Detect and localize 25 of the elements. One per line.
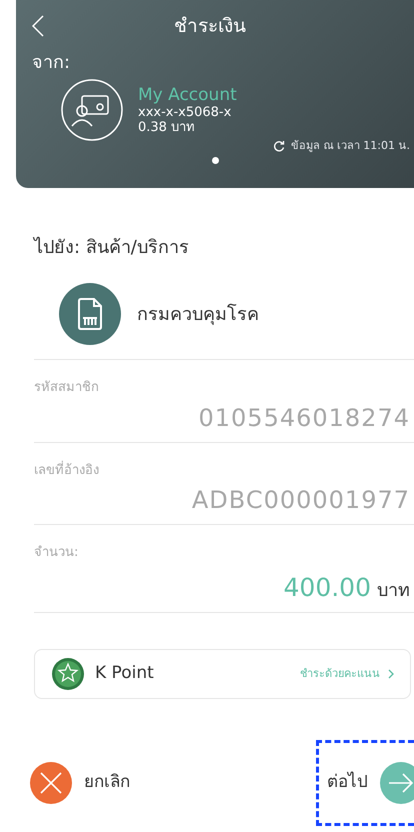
account-name: My Account	[138, 85, 237, 105]
account-number: xxx-x-x5068-x	[138, 105, 232, 120]
back-icon	[32, 15, 44, 37]
cancel-button[interactable]: ยกเลิก	[27, 741, 139, 825]
field-value: ADBC000001977	[192, 485, 410, 516]
update-time-text: ข้อมูล ณ เวลา 11:01 น.	[290, 138, 410, 154]
chevron-right-icon	[388, 669, 394, 679]
field-label: จำนวน:	[34, 544, 80, 562]
field-label: เลขที่อ้างอิง	[34, 460, 100, 480]
refresh-icon[interactable]	[272, 140, 285, 152]
destination-label: ไปยัง: สินค้า/บริการ	[34, 236, 190, 260]
field-value: 0105546018274	[198, 402, 410, 434]
star-badge-icon	[51, 657, 85, 691]
currency-unit: บาท	[377, 578, 410, 602]
amount-value: 400.00	[284, 572, 371, 604]
payee-name: กรมควบคุมโรค	[137, 302, 259, 327]
account-card-icon	[60, 78, 124, 142]
page-title: ชำระเงิน	[173, 14, 247, 39]
account-balance: 0.38 บาท	[138, 120, 196, 135]
kpoint-label: K Point	[95, 662, 155, 686]
close-icon	[30, 762, 72, 804]
next-button[interactable]: ต่อไป	[316, 740, 414, 826]
field-label: รหัสสมาชิก	[34, 379, 100, 397]
from-label: จาก:	[31, 52, 72, 74]
kpoint-card[interactable]: K Point ชำระด้วยคะแนน	[34, 649, 411, 699]
